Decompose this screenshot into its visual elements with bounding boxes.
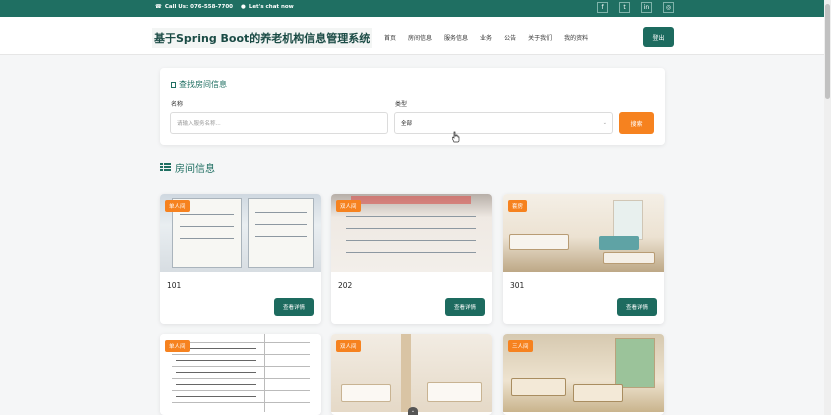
- view-details-button[interactable]: 查看详情: [617, 298, 657, 316]
- facebook-icon[interactable]: f: [597, 2, 608, 13]
- room-type-badge: 单人间: [165, 200, 190, 212]
- view-details-button[interactable]: 查看详情: [274, 298, 314, 316]
- nav-business[interactable]: 业务: [480, 33, 492, 42]
- room-type-badge: 单人间: [165, 340, 190, 352]
- hand-cursor-icon: [452, 131, 460, 143]
- list-icon: [160, 162, 171, 173]
- linkedin-icon[interactable]: in: [641, 2, 652, 13]
- main-nav: 首页 房间信息 服务信息 业务 公告 关于我们 我的资料: [384, 33, 588, 42]
- nav-profile[interactable]: 我的资料: [564, 33, 588, 42]
- room-card[interactable]: 套房 301 查看详情: [503, 194, 664, 324]
- room-number: 301: [510, 281, 525, 290]
- rooms-section-text: 房间信息: [175, 164, 215, 175]
- search-button[interactable]: 搜索: [619, 112, 654, 134]
- twitter-icon[interactable]: t: [619, 2, 630, 13]
- name-label: 名称: [171, 101, 184, 108]
- view-details-button[interactable]: 查看详情: [445, 298, 485, 316]
- name-search-input[interactable]: 请输入服务名称...: [170, 112, 388, 134]
- chat-icon: ●: [241, 4, 246, 10]
- rooms-section-title: 房间信息: [160, 160, 215, 175]
- logout-button[interactable]: 登出: [643, 27, 674, 47]
- top-bar: ☎ Call Us: 076-558-7700 ● Let's chat now…: [0, 0, 824, 17]
- type-select[interactable]: 全部 ⌄: [394, 112, 613, 134]
- search-title-text: 查找房间信息: [179, 80, 227, 89]
- header: 基于Spring Boot的养老机构信息管理系统 首页 房间信息 服务信息 业务…: [0, 17, 824, 55]
- type-label: 类型: [395, 101, 408, 108]
- scroll-down-icon[interactable]: ⌄: [408, 407, 418, 415]
- search-panel: 查找房间信息 名称 请输入服务名称... 类型 全部 ⌄ 搜索: [160, 68, 665, 145]
- chat-contact[interactable]: ● Let's chat now: [241, 4, 294, 10]
- room-card[interactable]: 双人间: [331, 334, 492, 415]
- nav-services[interactable]: 服务信息: [444, 33, 468, 42]
- chat-text: Let's chat now: [248, 4, 294, 10]
- phone-text: Call Us: 076-558-7700: [164, 4, 233, 10]
- room-image[interactable]: [503, 194, 664, 272]
- page-scrollbar[interactable]: [824, 0, 831, 415]
- social-links: f t in ◎: [597, 2, 674, 13]
- room-card[interactable]: 双人间 202 查看详情: [331, 194, 492, 324]
- nav-rooms[interactable]: 房间信息: [408, 33, 432, 42]
- nav-about[interactable]: 关于我们: [528, 33, 552, 42]
- room-type-badge: 套房: [508, 200, 528, 212]
- room-number: 202: [338, 281, 353, 290]
- type-select-value: 全部: [401, 121, 413, 127]
- room-number: 101: [167, 281, 182, 290]
- room-type-badge: 双人间: [336, 340, 361, 352]
- phone-contact: ☎ Call Us: 076-558-7700: [155, 4, 233, 10]
- nav-home[interactable]: 首页: [384, 33, 396, 42]
- room-type-badge: 双人间: [336, 200, 361, 212]
- search-title-icon: [171, 81, 176, 88]
- room-card[interactable]: 单人间 101 查看详情: [160, 194, 321, 324]
- room-type-badge: 三人间: [508, 340, 533, 352]
- room-card[interactable]: 单人间: [160, 334, 321, 415]
- search-panel-title: 查找房间信息: [171, 79, 227, 90]
- site-title[interactable]: 基于Spring Boot的养老机构信息管理系统: [152, 28, 373, 48]
- nav-notices[interactable]: 公告: [504, 33, 516, 42]
- phone-icon: ☎: [155, 4, 162, 10]
- chevron-down-icon: ⌄: [602, 120, 607, 126]
- room-card[interactable]: 三人间: [503, 334, 664, 415]
- scrollbar-thumb[interactable]: [825, 4, 830, 99]
- instagram-icon[interactable]: ◎: [663, 2, 674, 13]
- name-placeholder: 请输入服务名称...: [177, 121, 221, 127]
